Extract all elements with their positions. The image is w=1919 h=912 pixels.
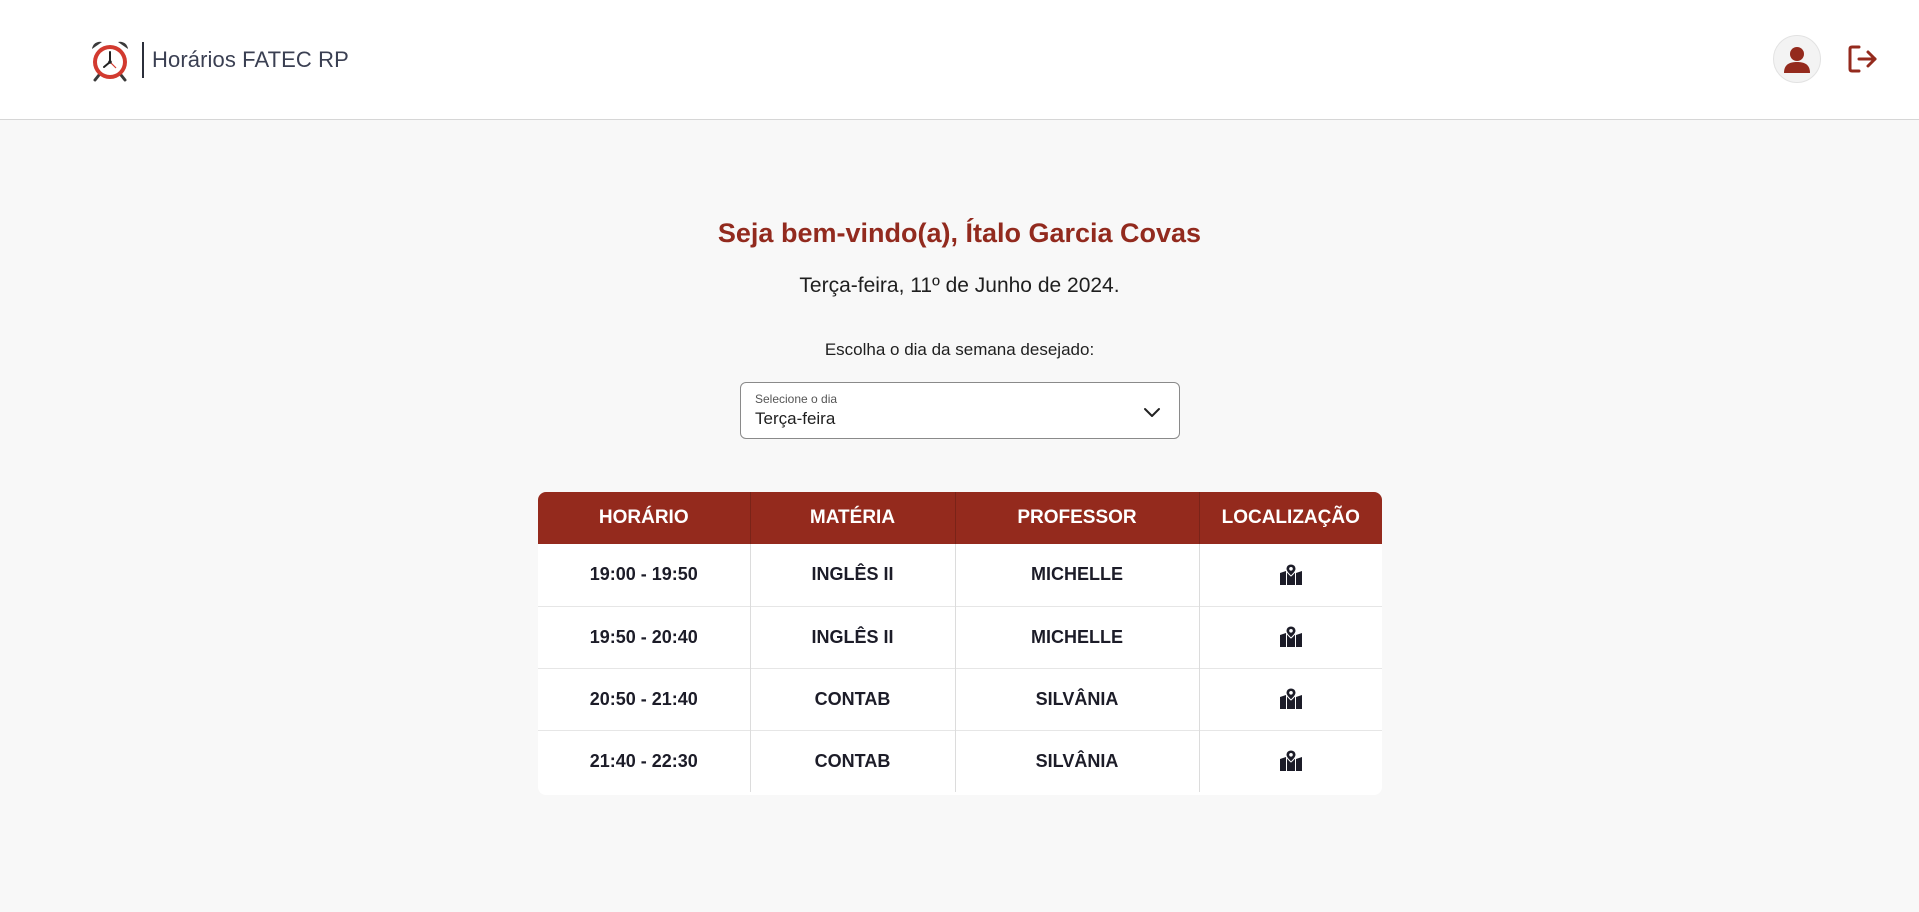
table-header-row: HORÁRIO MATÉRIA PROFESSOR LOCALIZAÇÃO bbox=[538, 492, 1382, 544]
map-location-icon[interactable] bbox=[1279, 626, 1303, 648]
subject-cell: CONTAB bbox=[750, 667, 956, 730]
app-header: Horários FATEC RP bbox=[0, 0, 1919, 120]
subject-cell: CONTAB bbox=[750, 729, 956, 792]
subject-cell: INGLÊS II bbox=[750, 544, 956, 606]
table-row: 21:40 - 22:30 CONTAB SILVÂNIA bbox=[538, 729, 1382, 792]
brand-divider bbox=[142, 42, 144, 78]
teacher-cell: SILVÂNIA bbox=[955, 667, 1200, 730]
welcome-heading: Seja bem-vindo(a), Ítalo Garcia Covas bbox=[0, 218, 1919, 249]
teacher-cell: SILVÂNIA bbox=[955, 729, 1200, 792]
table-row: 19:00 - 19:50 INGLÊS II MICHELLE bbox=[538, 544, 1382, 606]
location-cell bbox=[1199, 544, 1382, 606]
alarm-clock-icon bbox=[92, 41, 128, 82]
map-location-icon[interactable] bbox=[1279, 750, 1303, 772]
profile-button[interactable] bbox=[1773, 35, 1821, 83]
time-cell: 20:50 - 21:40 bbox=[538, 667, 751, 730]
location-cell bbox=[1199, 667, 1382, 730]
logout-icon[interactable] bbox=[1847, 43, 1879, 75]
column-header-location: LOCALIZAÇÃO bbox=[1221, 507, 1360, 528]
column-header-teacher: PROFESSOR bbox=[955, 492, 1200, 544]
table-row: 20:50 - 21:40 CONTAB SILVÂNIA bbox=[538, 667, 1382, 730]
user-name: Ítalo Garcia Covas bbox=[965, 218, 1202, 248]
table-row: 19:50 - 20:40 INGLÊS II MICHELLE bbox=[538, 605, 1382, 668]
schedule-table: HORÁRIO MATÉRIA PROFESSOR LOCALIZAÇÃO 19… bbox=[538, 492, 1382, 795]
map-location-icon[interactable] bbox=[1279, 688, 1303, 710]
day-picker-label: Escolha o dia da semana desejado: bbox=[824, 340, 1095, 359]
column-header-subject: MATÉRIA bbox=[750, 492, 956, 544]
user-icon bbox=[1784, 47, 1810, 73]
subject-cell: INGLÊS II bbox=[750, 605, 956, 668]
teacher-cell: MICHELLE bbox=[955, 605, 1200, 668]
day-select[interactable]: Selecione o dia Terça-feira bbox=[740, 382, 1180, 439]
column-header-time: HORÁRIO bbox=[538, 492, 751, 544]
brand-title: Horários FATEC RP bbox=[152, 47, 349, 72]
welcome-prefix: Seja bem-vindo(a), bbox=[717, 218, 958, 248]
current-date: Terça-feira, 11º de Junho de 2024. bbox=[799, 274, 1120, 297]
location-cell bbox=[1199, 605, 1382, 668]
chevron-down-icon bbox=[1144, 408, 1160, 417]
teacher-cell: MICHELLE bbox=[955, 544, 1200, 606]
time-cell: 19:00 - 19:50 bbox=[538, 544, 751, 606]
brand[interactable]: Horários FATEC RP bbox=[88, 38, 349, 82]
time-cell: 21:40 - 22:30 bbox=[538, 729, 751, 792]
day-select-caption: Selecione o dia bbox=[755, 392, 838, 406]
time-cell: 19:50 - 20:40 bbox=[538, 605, 751, 668]
map-location-icon[interactable] bbox=[1279, 563, 1303, 586]
day-select-value: Terça-feira bbox=[755, 409, 836, 428]
location-cell bbox=[1199, 729, 1382, 792]
